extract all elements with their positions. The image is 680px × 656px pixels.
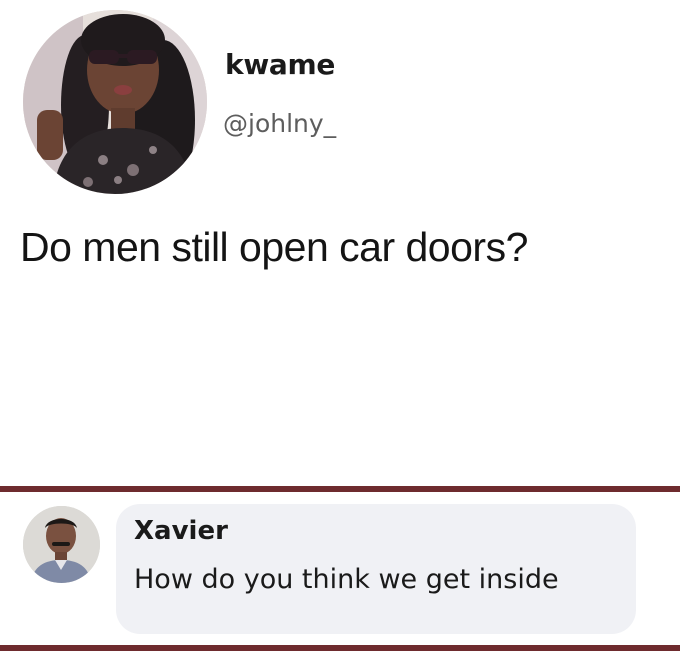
reply-avatar[interactable] [23,506,100,583]
tweet-text: Do men still open car doors? [20,224,528,270]
reply-section: Xavier How do you think we get inside [0,492,680,645]
reply-author-name[interactable]: Xavier [134,516,228,546]
author-name[interactable]: kwame [225,48,335,81]
author-avatar-photo-icon [23,10,207,194]
bottom-margin [0,651,680,656]
reply-avatar-photo-icon [23,506,100,583]
author-avatar[interactable] [23,10,207,194]
tweet-card: kwame @johlny_ Do men still open car doo… [0,0,680,486]
reply-text: How do you think we get inside [134,564,559,595]
author-handle[interactable]: @johlny_ [223,109,336,138]
